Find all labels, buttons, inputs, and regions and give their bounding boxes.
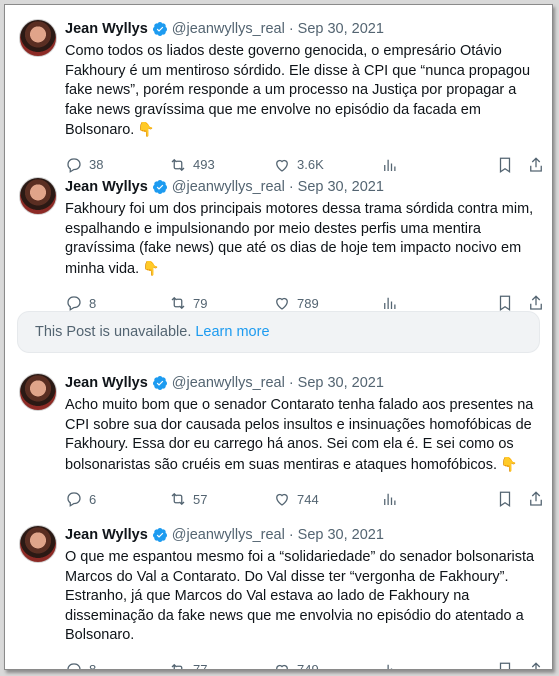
tweet-text: Acho muito bom que o senador Contarato t…	[65, 396, 538, 475]
tweet-date[interactable]: Sep 30, 2021	[298, 179, 384, 195]
tweet[interactable]: Jean Wyllys @jeanwyllys_real · Sep 30, 2…	[5, 361, 552, 511]
like-button[interactable]: 749	[273, 661, 319, 670]
tweet-actions: 8 77 749	[65, 650, 541, 670]
learn-more-link[interactable]: Learn more	[195, 324, 269, 340]
share-icon	[530, 491, 542, 507]
views-icon	[387, 664, 393, 669]
avatar[interactable]	[19, 19, 57, 57]
tweet-header: Jean Wyllys @jeanwyllys_real · Sep 30, 2…	[65, 19, 538, 39]
like-icon	[276, 494, 288, 507]
pointing-down-icon: 👇	[142, 259, 160, 276]
verified-icon	[152, 376, 167, 390]
views-icon	[384, 298, 396, 310]
like-button[interactable]: 789	[273, 294, 319, 312]
bookmark-icon	[499, 491, 511, 508]
retweet-count: 77	[193, 662, 208, 670]
pointing-down-icon: 👇	[137, 121, 155, 138]
tweet-header: Jean Wyllys @jeanwyllys_real · Sep 30, 2…	[65, 177, 538, 197]
avatar[interactable]	[19, 525, 57, 563]
retweet-count: 79	[193, 295, 208, 311]
bookmark-button[interactable]	[496, 661, 514, 669]
tweet-text: O que me espantou mesmo foi a “solidarie…	[65, 548, 538, 646]
verified-icon	[152, 528, 167, 542]
pointing-down-icon: 👇	[500, 455, 518, 472]
reply-icon	[67, 663, 81, 669]
views-button[interactable]	[381, 490, 399, 508]
reply-count: 6	[89, 491, 97, 507]
retweet-button[interactable]: 77	[169, 661, 208, 670]
reply-count: 8	[89, 662, 97, 670]
reply-button[interactable]: 6	[65, 490, 96, 508]
author-name[interactable]: Jean Wyllys	[65, 375, 148, 391]
like-icon	[276, 664, 288, 669]
tweet-header: Jean Wyllys @jeanwyllys_real · Sep 30, 2…	[65, 525, 538, 545]
avatar[interactable]	[19, 177, 57, 215]
like-button[interactable]: 744	[273, 490, 319, 508]
tweet-body: O que me espantou mesmo foi a “solidarie…	[65, 549, 535, 644]
bookmark-button[interactable]	[496, 294, 514, 312]
author-handle[interactable]: @jeanwyllys_real	[172, 179, 285, 195]
views-button[interactable]	[381, 661, 399, 669]
separator-dot: ·	[288, 21, 294, 37]
reply-button[interactable]: 8	[65, 661, 97, 670]
reply-icon	[67, 296, 81, 312]
views-icon	[384, 494, 396, 506]
bookmark-icon	[499, 662, 511, 669]
retweet-icon	[171, 493, 185, 506]
tweet[interactable]: Jean Wyllys @jeanwyllys_real · Sep 30, 2…	[5, 163, 552, 312]
tweet-header: Jean Wyllys @jeanwyllys_real · Sep 30, 2…	[65, 373, 538, 393]
bookmark-button[interactable]	[496, 490, 514, 508]
author-handle[interactable]: @jeanwyllys_real	[172, 21, 285, 37]
separator-dot: ·	[288, 375, 294, 391]
tweet-date[interactable]: Sep 30, 2021	[298, 527, 384, 543]
avatar[interactable]	[19, 373, 57, 411]
retweet-button[interactable]: 79	[169, 294, 207, 312]
share-icon	[531, 662, 541, 669]
views-button[interactable]	[381, 294, 399, 312]
verified-icon	[152, 22, 167, 36]
tweet-date[interactable]: Sep 30, 2021	[298, 21, 384, 37]
author-name[interactable]: Jean Wyllys	[65, 179, 148, 195]
tweet-body: Como todos os liados deste governo genoc…	[65, 43, 531, 139]
share-icon	[530, 295, 542, 311]
tweet-actions: 8 79 789	[65, 283, 542, 323]
retweet-count: 57	[193, 491, 208, 507]
bookmark-icon	[499, 295, 511, 312]
retweet-button[interactable]: 57	[169, 490, 207, 508]
tweet[interactable]: Jean Wyllys @jeanwyllys_real · Sep 30, 2…	[5, 511, 552, 669]
reply-icon	[67, 492, 81, 508]
share-button[interactable]	[527, 490, 545, 508]
like-count: 749	[297, 662, 319, 670]
author-name[interactable]: Jean Wyllys	[65, 21, 148, 37]
author-handle[interactable]: @jeanwyllys_real	[172, 375, 285, 391]
separator-dot: ·	[288, 179, 294, 195]
like-count: 789	[297, 295, 319, 311]
retweet-icon	[171, 663, 183, 669]
unavailable-text: This Post is unavailable.	[35, 324, 192, 340]
like-count: 744	[297, 491, 319, 507]
tweet-body: Fakhoury foi um dos principais motores d…	[65, 201, 534, 277]
retweet-icon	[171, 297, 185, 310]
author-handle[interactable]: @jeanwyllys_real	[172, 527, 285, 543]
tweet-thread: Jean Wyllys @jeanwyllys_real · Sep 30, 2…	[4, 4, 553, 670]
reply-button[interactable]: 8	[65, 294, 96, 312]
tweet-date[interactable]: Sep 30, 2021	[298, 375, 384, 391]
tweet-text: Fakhoury foi um dos principais motores d…	[65, 200, 538, 279]
share-button[interactable]	[527, 294, 545, 312]
tweet-body: Acho muito bom que o senador Contarato t…	[65, 397, 534, 473]
reply-count: 8	[89, 295, 97, 311]
separator-dot: ·	[288, 527, 294, 543]
tweet[interactable]: Jean Wyllys @jeanwyllys_real · Sep 30, 2…	[5, 5, 552, 173]
tweet-text: Como todos os liados deste governo genoc…	[65, 42, 538, 141]
like-icon	[276, 298, 288, 311]
author-name[interactable]: Jean Wyllys	[65, 527, 148, 543]
share-button[interactable]	[527, 661, 545, 669]
verified-icon	[152, 180, 167, 194]
